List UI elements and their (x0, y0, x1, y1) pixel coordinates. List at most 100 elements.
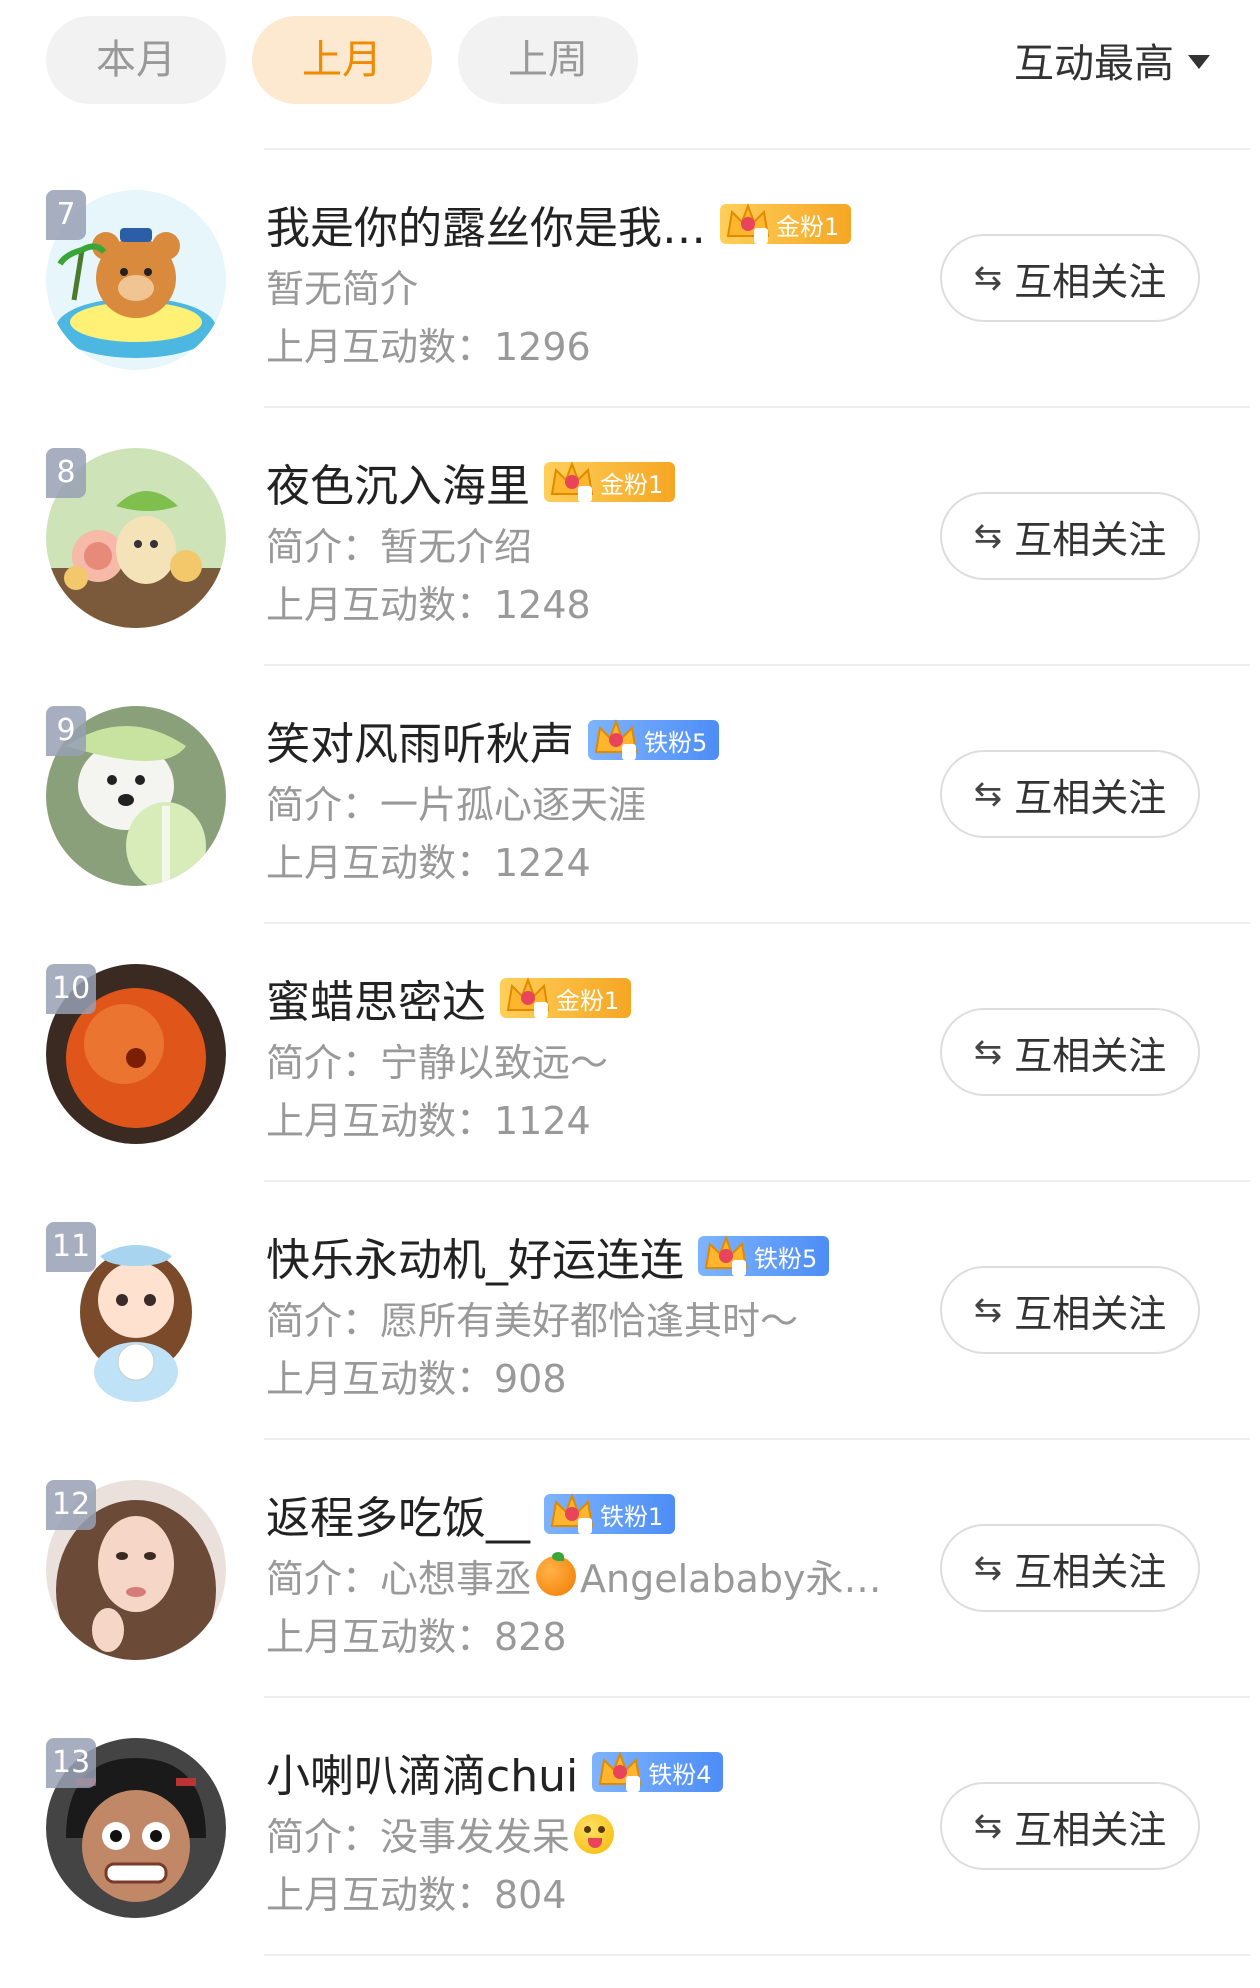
fan-level-badge: 铁粉4 (592, 1751, 724, 1792)
user-name[interactable]: 夜色沉入海里 (266, 450, 530, 514)
bio-suffix: Angelababy永… (580, 1557, 882, 1601)
rank-badge: 9 (46, 706, 86, 756)
name-line: 小喇叭滴滴chui 铁粉4 (266, 1740, 724, 1804)
fan-level-label: 铁粉4 (648, 1760, 712, 1789)
rank-badge: 13 (46, 1738, 97, 1788)
crown-icon (592, 719, 640, 760)
orange-emoji-icon (536, 1551, 577, 1596)
fan-level-badge: 金粉1 (544, 461, 676, 502)
list-item[interactable]: 13 小喇叭滴滴chui 铁粉4 简介：没事发发呆 上月互动数：804 ⇆ 互相… (0, 1696, 1260, 1954)
fan-level-label: 铁粉5 (754, 1244, 818, 1273)
name-line: 笑对风雨听秋声 铁粉5 (266, 708, 720, 772)
list-item[interactable]: 12 返程多吃饭__ 铁粉1 简介：心想事丞 Angelababy永… 上月互动… (0, 1438, 1260, 1696)
fan-level-badge: 铁粉5 (698, 1235, 830, 1276)
list-item[interactable]: 9 笑对风雨听秋声 铁粉5 简介：一片孤心逐天涯 上月互动数：1224 ⇆ 互相… (0, 664, 1260, 922)
user-name[interactable]: 小喇叭滴滴chui (266, 1740, 578, 1804)
divider (264, 148, 1250, 150)
list-item[interactable]: 7 我是你的露丝你是我… 金粉1 暂无简介 上月互动数：1296 ⇆ 互相关注 (0, 148, 1260, 406)
mutual-follow-button[interactable]: ⇆ 互相关注 (940, 1782, 1200, 1870)
user-bio: 简介：宁静以致远～ (266, 1032, 608, 1087)
name-line: 夜色沉入海里 金粉1 (266, 450, 676, 514)
tab-last-month[interactable]: 上月 (252, 16, 432, 104)
mutual-arrows-icon: ⇆ (973, 1548, 1003, 1588)
mutual-arrows-icon: ⇆ (973, 774, 1003, 814)
mutual-arrows-icon: ⇆ (973, 1806, 1003, 1846)
mutual-arrows-icon: ⇆ (973, 258, 1003, 298)
bio-text: 简介：暂无介绍 (266, 525, 533, 569)
list-item[interactable]: 10 蜜蜡思密达 金粉1 简介：宁静以致远～ 上月互动数：1124 ⇆ 互相关注 (0, 922, 1260, 1180)
fan-level-badge: 铁粉5 (588, 719, 720, 760)
tab-last-week[interactable]: 上周 (458, 16, 638, 104)
user-bio: 简介：愿所有美好都恰逢其时～ (266, 1290, 798, 1345)
follow-label: 互相关注 (1014, 517, 1167, 562)
user-bio: 简介：一片孤心逐天涯 (266, 774, 646, 829)
user-bio: 简介：没事发发呆 (266, 1806, 618, 1861)
sort-dropdown[interactable]: 互动最高 (1014, 28, 1210, 92)
interaction-count: 上月互动数：1248 (266, 583, 591, 627)
name-line: 快乐永动机_好运连连 铁粉5 (266, 1224, 830, 1288)
divider (264, 1438, 1250, 1440)
interaction-count: 上月互动数：1296 (266, 325, 591, 369)
user-bio: 暂无简介 (266, 258, 418, 313)
interaction-list: 7 我是你的露丝你是我… 金粉1 暂无简介 上月互动数：1296 ⇆ 互相关注 … (0, 148, 1260, 1954)
follow-label: 互相关注 (1014, 775, 1167, 820)
rank-badge: 10 (46, 964, 97, 1014)
follow-label: 互相关注 (1014, 1549, 1167, 1594)
interaction-count: 上月互动数：828 (266, 1615, 567, 1659)
fan-level-badge: 金粉1 (500, 977, 632, 1018)
bio-text: 简介：宁静以致远～ (266, 1041, 609, 1085)
fan-level-label: 铁粉1 (600, 1502, 664, 1531)
mutual-follow-button[interactable]: ⇆ 互相关注 (940, 234, 1200, 322)
user-name[interactable]: 返程多吃饭__ (266, 1482, 530, 1546)
bio-text: 简介：一片孤心逐天涯 (266, 783, 647, 827)
divider (264, 1696, 1250, 1698)
rank-badge: 8 (46, 448, 86, 498)
tab-this-month[interactable]: 本月 (46, 16, 226, 104)
mutual-follow-button[interactable]: ⇆ 互相关注 (940, 750, 1200, 838)
mutual-follow-button[interactable]: ⇆ 互相关注 (940, 1008, 1200, 1096)
mutual-follow-button[interactable]: ⇆ 互相关注 (940, 1266, 1200, 1354)
divider (264, 664, 1250, 666)
divider (264, 922, 1250, 924)
user-name[interactable]: 我是你的露丝你是我… (266, 192, 706, 256)
rank-badge: 11 (46, 1222, 97, 1272)
list-item[interactable]: 8 夜色沉入海里 金粉1 简介：暂无介绍 上月互动数：1248 ⇆ 互相关注 (0, 406, 1260, 664)
crown-icon (596, 1751, 644, 1792)
follow-label: 互相关注 (1014, 1807, 1167, 1852)
user-bio: 简介：心想事丞 Angelababy永… (266, 1548, 881, 1603)
user-name[interactable]: 快乐永动机_好运连连 (266, 1224, 684, 1288)
follow-label: 互相关注 (1014, 1291, 1167, 1336)
follow-label: 互相关注 (1014, 1033, 1167, 1078)
fan-level-badge: 铁粉1 (544, 1493, 676, 1534)
user-name[interactable]: 蜜蜡思密达 (266, 966, 486, 1030)
crown-icon (724, 203, 772, 244)
fan-level-badge: 金粉1 (720, 203, 852, 244)
list-item[interactable]: 11 快乐永动机_好运连连 铁粉5 简介：愿所有美好都恰逢其时～ 上月互动数：9… (0, 1180, 1260, 1438)
user-name[interactable]: 笑对风雨听秋声 (266, 708, 574, 772)
interaction-count: 上月互动数：1224 (266, 841, 591, 885)
period-tabs: 本月 上月 上周 互动最高 (0, 0, 1260, 120)
bio-text: 简介：愿所有美好都恰逢其时～ (266, 1299, 799, 1343)
interaction-count: 上月互动数：908 (266, 1357, 567, 1401)
mutual-arrows-icon: ⇆ (973, 1032, 1003, 1072)
fan-level-label: 金粉1 (556, 986, 620, 1015)
sort-label: 互动最高 (1014, 41, 1174, 87)
mutual-arrows-icon: ⇆ (973, 516, 1003, 556)
fan-level-label: 金粉1 (600, 470, 664, 499)
name-line: 蜜蜡思密达 金粉1 (266, 966, 632, 1030)
name-line: 我是你的露丝你是我… 金粉1 (266, 192, 852, 256)
follow-label: 互相关注 (1014, 259, 1167, 304)
divider (264, 1180, 1250, 1182)
name-line: 返程多吃饭__ 铁粉1 (266, 1482, 676, 1546)
face-emoji-icon (574, 1813, 615, 1854)
mutual-follow-button[interactable]: ⇆ 互相关注 (940, 492, 1200, 580)
mutual-follow-button[interactable]: ⇆ 互相关注 (940, 1524, 1200, 1612)
caret-down-icon (1188, 55, 1210, 69)
interaction-count: 上月互动数：804 (266, 1873, 567, 1917)
interaction-count: 上月互动数：1124 (266, 1099, 591, 1143)
user-bio: 简介：暂无介绍 (266, 516, 532, 571)
fan-level-label: 金粉1 (776, 212, 840, 241)
divider (264, 1954, 1250, 1956)
mutual-arrows-icon: ⇆ (973, 1290, 1003, 1330)
rank-badge: 12 (46, 1480, 97, 1530)
